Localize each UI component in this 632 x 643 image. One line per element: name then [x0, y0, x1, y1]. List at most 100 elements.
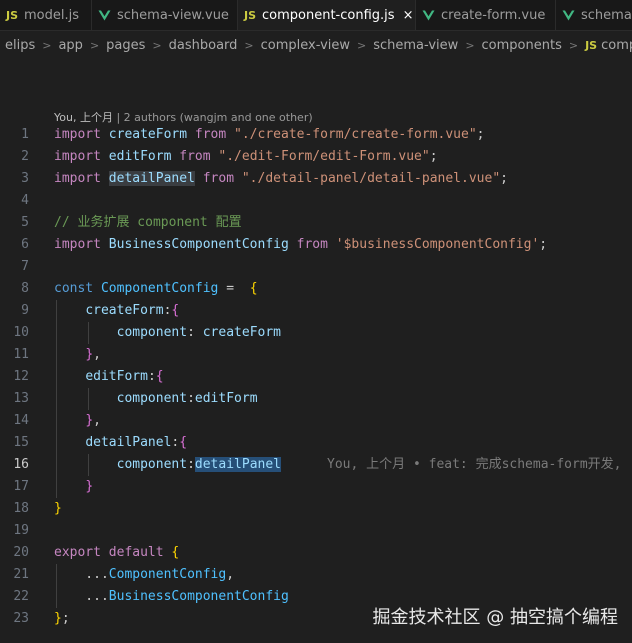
code-token: { [179, 435, 188, 450]
code-token: from [296, 237, 336, 252]
line-number: 23 [13, 611, 29, 626]
code-token: } [54, 501, 62, 516]
breadcrumb-item[interactable]: app [58, 38, 82, 53]
code-token: } [85, 413, 94, 428]
code-token: import [54, 127, 109, 142]
line-number: 2 [21, 149, 29, 164]
editor-tab-bar: JS model.js schema-view.vue JS component… [0, 0, 632, 31]
code-token: component [116, 325, 188, 340]
line-number: 6 [21, 237, 29, 252]
code-token: : [187, 325, 203, 340]
code-text: } [54, 476, 93, 498]
tab-schema-view-vue[interactable]: schema-view.vue [92, 0, 238, 30]
tab-model-js[interactable]: JS model.js [0, 0, 92, 30]
tab-create-form-vue[interactable]: create-form.vue [416, 0, 556, 30]
code-line[interactable]: 3 import detailPanel from "./detail-panel… [0, 168, 632, 190]
code-text: component:editForm [54, 388, 258, 410]
js-file-icon: JS [244, 8, 257, 22]
breadcrumb-item[interactable]: pages [106, 38, 145, 53]
watermark: 掘金技术社区 @ 抽空搞个编程 [372, 607, 618, 628]
code-token: detailPanel [194, 457, 281, 472]
code-line[interactable]: 14 }, [0, 410, 632, 432]
code-line[interactable]: 15 detailPanel:{ [0, 432, 632, 454]
code-token: createForm [108, 127, 195, 142]
code-line[interactable]: 8 const ComponentConfig = { [0, 278, 632, 300]
line-number: 8 [21, 281, 29, 296]
tab-label: schema-view.vue [117, 7, 229, 23]
chevron-right-icon: > [465, 38, 475, 52]
code-token: "./edit-Form/edit-Form.vue" [218, 149, 430, 164]
code-line[interactable]: 1 import createForm from "./create-form/c… [0, 124, 632, 146]
blame-authors-count[interactable]: | 2 authors (wangjm and one other) [116, 111, 312, 124]
code-line[interactable]: 6 import BusinessComponentConfig from '$b… [0, 234, 632, 256]
breadcrumb-item-file[interactable]: component-config.js [601, 38, 632, 53]
breadcrumb-item[interactable]: schema-view [373, 38, 458, 53]
breadcrumb-item[interactable]: dashboard [169, 38, 238, 53]
inline-git-blame[interactable]: You, 上个月 • feat: 完成schema-form开发, [327, 457, 622, 472]
line-number: 17 [13, 479, 29, 494]
js-file-icon: JS [6, 8, 19, 22]
code-token: BusinessComponentConfig [108, 237, 297, 252]
code-token: } [54, 611, 62, 626]
code-line[interactable]: 20 export default { [0, 542, 632, 564]
code-line[interactable]: 7 [0, 256, 632, 278]
code-text: component:detailPanel You, 上个月 • feat: 完成… [54, 454, 622, 476]
close-tab-icon[interactable]: × [403, 8, 414, 23]
code-line[interactable]: 18} [0, 498, 632, 520]
tab-component-config-js[interactable]: JS component-config.js × [238, 0, 416, 30]
code-token: { [249, 281, 258, 296]
code-token: { [171, 545, 180, 560]
code-editor[interactable]: 1 import createForm from "./create-form/c… [0, 124, 632, 630]
code-token: = [226, 281, 250, 296]
breadcrumb-item[interactable]: complex-view [261, 38, 350, 53]
code-token: detailPanel [85, 435, 172, 450]
code-line[interactable]: 5 // 业务扩展 component 配置 [0, 212, 632, 234]
code-token: } [85, 347, 94, 362]
code-token: component [116, 457, 188, 472]
tab-schema-view-vue-2[interactable]: schema-view.vue [556, 0, 632, 30]
codelens-blame[interactable]: You, 上个月 | 2 authors (wangjm and one oth… [54, 109, 313, 125]
code-line[interactable]: 21 ...ComponentConfig, [0, 564, 632, 586]
code-token: ComponentConfig [108, 567, 227, 582]
code-token: from [202, 171, 242, 186]
tab-label: component-config.js [262, 7, 395, 23]
tab-label: create-form.vue [441, 7, 546, 23]
line-number: 9 [21, 303, 29, 318]
code-token: createForm [202, 325, 282, 340]
code-token: ; [500, 171, 508, 186]
code-text: editForm:{ [54, 366, 163, 388]
code-text: import detailPanel from "./detail-panel/… [54, 168, 508, 190]
code-line[interactable]: 2 import editForm from "./edit-Form/edit-… [0, 146, 632, 168]
code-line[interactable]: 10 component: createForm [0, 322, 632, 344]
breadcrumb-item[interactable]: elips [5, 38, 35, 53]
code-line[interactable]: 4 [0, 190, 632, 212]
code-token: import [54, 149, 109, 164]
code-token: ComponentConfig [100, 281, 227, 296]
code-token: detailPanel [108, 171, 195, 186]
code-line[interactable]: 11 }, [0, 344, 632, 366]
code-line[interactable]: 12 editForm:{ [0, 366, 632, 388]
code-line[interactable]: 13 component:editForm [0, 388, 632, 410]
chevron-right-icon: > [42, 38, 52, 52]
code-token: ... [54, 567, 109, 582]
code-text: }; [54, 608, 70, 630]
code-line[interactable]: 9 createForm:{ [0, 300, 632, 322]
code-line[interactable]: 19 [0, 520, 632, 542]
code-line[interactable]: 16 component:detailPanel You, 上个月 • feat:… [0, 454, 632, 476]
breadcrumb-item[interactable]: components [482, 38, 562, 53]
code-token: , [93, 347, 101, 362]
code-token: : [187, 391, 195, 406]
line-number: 20 [13, 545, 29, 560]
chevron-right-icon: > [568, 38, 579, 52]
blame-author[interactable]: You, 上个月 [54, 111, 113, 124]
code-token: // 业务扩展 component 配置 [54, 215, 242, 230]
code-token: ... [54, 589, 109, 604]
code-text: import BusinessComponentConfig from '$bu… [54, 234, 547, 256]
code-text: // 业务扩展 component 配置 [54, 212, 242, 234]
code-line[interactable]: 17 } [0, 476, 632, 498]
chevron-right-icon: > [357, 38, 367, 52]
code-token: : [187, 457, 195, 472]
